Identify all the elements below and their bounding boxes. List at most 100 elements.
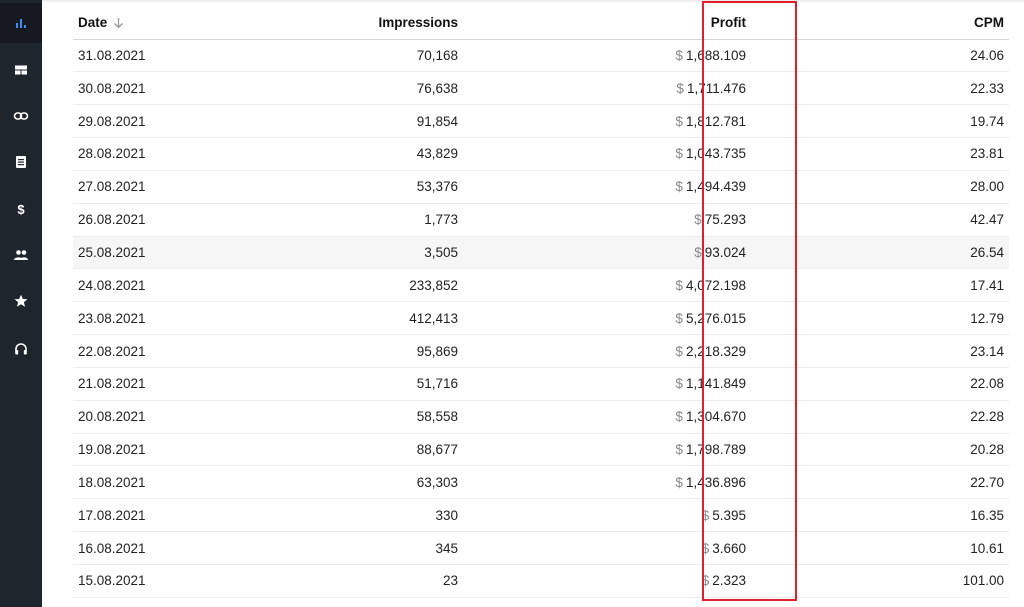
profit-value: 1,043.735 [685, 146, 746, 162]
nav-reports[interactable] [0, 142, 42, 182]
cell-date: 19.08.2021 [73, 433, 233, 467]
cell-profit: $1,812.781 [463, 104, 751, 139]
cell-cpm: 22.08 [751, 367, 1009, 401]
profit-value: 1,798.789 [685, 442, 746, 458]
toolbar-shadow [42, 0, 1024, 3]
cell-date: 16.08.2021 [73, 531, 233, 565]
cell-impressions: 70,168 [233, 39, 463, 73]
nav-dashboard[interactable] [0, 50, 42, 90]
table-row[interactable]: 24.08.2021 233,852 $4,072.198 17.41 [73, 268, 1009, 303]
star-icon [14, 294, 28, 307]
cell-cpm: 42.47 [751, 203, 1009, 237]
cell-cpm: 19.74 [751, 104, 1009, 139]
table-body: 31.08.2021 70,168 $1,688.109 24.06 30.08.202… [73, 39, 1009, 598]
cell-profit: $93.024 [463, 236, 751, 270]
currency-symbol: $ [675, 442, 683, 458]
profit-value: 2,218.329 [685, 343, 746, 359]
currency-symbol: $ [675, 277, 683, 293]
cell-date: 24.08.2021 [73, 268, 233, 303]
nav-statistics[interactable] [0, 3, 42, 43]
table-row[interactable]: 30.08.2021 76,638 $1,711.476 22.33 [73, 71, 1009, 106]
cell-date: 29.08.2021 [73, 104, 233, 139]
cell-profit: $1,304.670 [463, 400, 751, 434]
cell-date: 26.08.2021 [73, 203, 233, 237]
cell-impressions: 412,413 [233, 301, 463, 336]
currency-symbol: $ [675, 146, 683, 162]
cell-impressions: 76,638 [233, 71, 463, 106]
cell-profit: $2.323 [463, 564, 751, 598]
cell-cpm: 24.06 [751, 39, 1009, 73]
cell-profit: $1,688.109 [463, 39, 751, 73]
dashboard-icon [15, 65, 27, 75]
cell-date: 25.08.2021 [73, 236, 233, 270]
profit-value: 5.395 [712, 507, 746, 523]
table-row[interactable]: 19.08.2021 88,677 $1,798.789 20.28 [73, 433, 1009, 467]
column-header-date[interactable]: Date [73, 6, 233, 40]
currency-symbol: $ [675, 474, 683, 490]
arrow-down-icon[interactable] [113, 17, 124, 29]
table-row[interactable]: 26.08.2021 1,773 $75.293 42.47 [73, 203, 1009, 237]
table-row[interactable]: 17.08.2021 330 $5.395 16.35 [73, 498, 1009, 533]
table-row[interactable]: 22.08.2021 95,869 $2,218.329 23.14 [73, 334, 1009, 368]
column-header-cpm[interactable]: CPM [751, 6, 1009, 40]
profit-value: 4,072.198 [685, 277, 746, 293]
table-row[interactable]: 31.08.2021 70,168 $1,688.109 24.06 [73, 39, 1009, 73]
table-row[interactable]: 15.08.2021 23 $2.323 101.00 [73, 564, 1009, 598]
table-row[interactable]: 25.08.2021 3,505 $93.024 26.54 [73, 236, 1009, 270]
cell-profit: $5.395 [463, 498, 751, 533]
currency-symbol: $ [675, 409, 683, 425]
nav-links[interactable] [0, 96, 42, 136]
table-row[interactable]: 28.08.2021 43,829 $1,043.735 23.81 [73, 137, 1009, 171]
cell-impressions: 330 [233, 498, 463, 533]
nav-referrals[interactable] [0, 235, 42, 275]
cell-profit: $3.660 [463, 531, 751, 565]
currency-symbol: $ [694, 244, 702, 260]
cell-impressions: 53,376 [233, 170, 463, 204]
column-header-profit[interactable]: Profit [463, 6, 751, 40]
table-row[interactable]: 16.08.2021 345 $3.660 10.61 [73, 531, 1009, 565]
cell-date: 31.08.2021 [73, 39, 233, 73]
table-row[interactable]: 20.08.2021 58,558 $1,304.670 22.28 [73, 400, 1009, 434]
cell-date: 18.08.2021 [73, 465, 233, 500]
cell-profit: $5,276.015 [463, 301, 751, 336]
cell-date: 23.08.2021 [73, 301, 233, 336]
cell-impressions: 3,505 [233, 236, 463, 270]
cell-date: 22.08.2021 [73, 334, 233, 368]
currency-symbol: $ [701, 540, 710, 556]
cell-impressions: 91,854 [233, 104, 463, 139]
currency-symbol: $ [675, 179, 683, 195]
cell-date: 15.08.2021 [73, 564, 233, 598]
cell-cpm: 23.81 [751, 137, 1009, 171]
nav-support[interactable] [0, 329, 42, 369]
currency-symbol: $ [701, 573, 710, 589]
svg-text:$: $ [17, 202, 25, 216]
column-header-impressions[interactable]: Impressions [233, 6, 463, 40]
dollar-icon: $ [17, 202, 25, 216]
nav-payments[interactable]: $ [0, 189, 42, 229]
profit-value: 1,711.476 [686, 80, 746, 96]
cell-cpm: 23.14 [751, 334, 1009, 368]
table-row[interactable]: 23.08.2021 412,413 $5,276.015 12.79 [73, 301, 1009, 336]
cell-cpm: 28.00 [751, 170, 1009, 204]
table-row[interactable]: 29.08.2021 91,854 $1,812.781 19.74 [73, 104, 1009, 139]
profit-value: 1,812.781 [685, 113, 746, 129]
currency-symbol: $ [675, 47, 683, 63]
cell-date: 20.08.2021 [73, 400, 233, 434]
cell-profit: $1,711.476 [463, 71, 751, 106]
profit-value: 5,276.015 [685, 310, 746, 326]
cell-profit: $1,141.849 [463, 367, 751, 401]
profit-value: 93.024 [704, 244, 746, 260]
table-row[interactable]: 27.08.2021 53,376 $1,494.439 28.00 [73, 170, 1009, 204]
cell-cpm: 17.41 [751, 268, 1009, 303]
currency-symbol: $ [675, 376, 683, 392]
nav-favorites[interactable] [0, 281, 42, 321]
headset-icon [15, 343, 27, 355]
document-icon [16, 156, 26, 168]
cell-cpm: 22.28 [751, 400, 1009, 434]
cell-cpm: 12.79 [751, 301, 1009, 336]
cell-impressions: 63,303 [233, 465, 463, 500]
table-row[interactable]: 18.08.2021 63,303 $1,436.896 22.70 [73, 465, 1009, 500]
currency-symbol: $ [694, 212, 702, 228]
table-row[interactable]: 21.08.2021 51,716 $1,141.849 22.08 [73, 367, 1009, 401]
cell-impressions: 43,829 [233, 137, 463, 171]
